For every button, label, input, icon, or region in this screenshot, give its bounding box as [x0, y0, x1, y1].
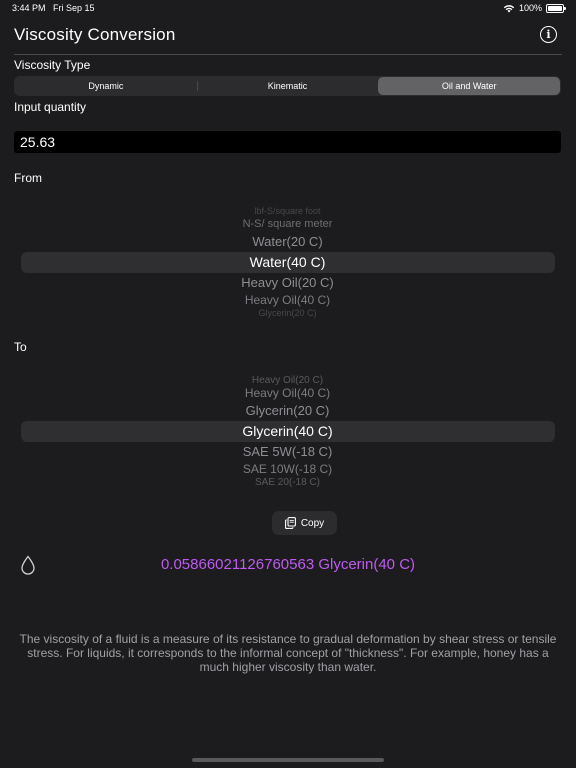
picker-item[interactable]: Glycerin(20 C) — [14, 403, 561, 418]
battery-percent: 100% — [518, 3, 542, 13]
status-date: Fri Sep 15 — [53, 3, 95, 13]
picker-item[interactable]: Heavy Oil(20 C) — [14, 275, 561, 290]
picker-item[interactable]: Glycerin(20 C) — [14, 308, 561, 318]
page-title: Viscosity Conversion — [14, 25, 176, 44]
picker-item[interactable]: Heavy Oil(40 C) — [14, 293, 561, 307]
copy-button[interactable]: Copy — [272, 511, 337, 535]
from-picker[interactable]: lbf-S/square foot N-S/ square meter Wate… — [14, 200, 561, 322]
battery-icon — [546, 3, 566, 13]
home-indicator[interactable] — [192, 758, 384, 762]
status-bar: 3:44 PM Fri Sep 15 100% — [0, 0, 576, 16]
input-quantity-field[interactable] — [14, 131, 561, 153]
picker-item[interactable]: SAE 20(-18 C) — [14, 477, 561, 488]
input-quantity-label: Input quantity — [14, 100, 87, 114]
from-label: From — [14, 171, 42, 185]
picker-item[interactable]: N-S/ square meter — [14, 218, 561, 230]
picker-item[interactable]: Heavy Oil(40 C) — [14, 386, 561, 400]
picker-item[interactable]: lbf-S/square foot — [14, 206, 561, 216]
app-screen: 3:44 PM Fri Sep 15 100% Viscosity Conver… — [0, 0, 576, 768]
info-icon[interactable]: i — [540, 26, 557, 43]
segment-dynamic[interactable]: Dynamic — [15, 77, 197, 95]
status-right: 100% — [503, 3, 566, 13]
result-value: 0.05866021126760563 Glycerin(40 C) — [160, 556, 416, 573]
viscosity-type-segmented-control: Dynamic Kinematic Oil and Water — [14, 76, 561, 96]
status-time: 3:44 PM — [12, 3, 46, 13]
picker-item-selected[interactable]: Glycerin(40 C) — [14, 423, 561, 439]
viscosity-type-label: Viscosity Type — [14, 58, 91, 72]
picker-item[interactable]: SAE 10W(-18 C) — [14, 462, 561, 476]
copy-icon — [284, 517, 296, 529]
description-text: The viscosity of a fluid is a measure of… — [19, 632, 557, 674]
copy-button-label: Copy — [300, 517, 325, 529]
segment-oil-and-water[interactable]: Oil and Water — [378, 77, 561, 95]
picker-item[interactable]: Water(20 C) — [14, 234, 561, 249]
picker-item[interactable]: SAE 5W(-18 C) — [14, 444, 561, 459]
segment-kinematic[interactable]: Kinematic — [196, 77, 379, 95]
picker-item[interactable]: Heavy Oil(20 C) — [14, 375, 561, 386]
picker-item-selected[interactable]: Water(40 C) — [14, 254, 561, 270]
nav-divider — [14, 54, 562, 55]
to-picker[interactable]: Heavy Oil(20 C) Heavy Oil(40 C) Glycerin… — [14, 370, 561, 492]
wifi-icon — [503, 4, 515, 12]
to-label: To — [14, 340, 27, 354]
